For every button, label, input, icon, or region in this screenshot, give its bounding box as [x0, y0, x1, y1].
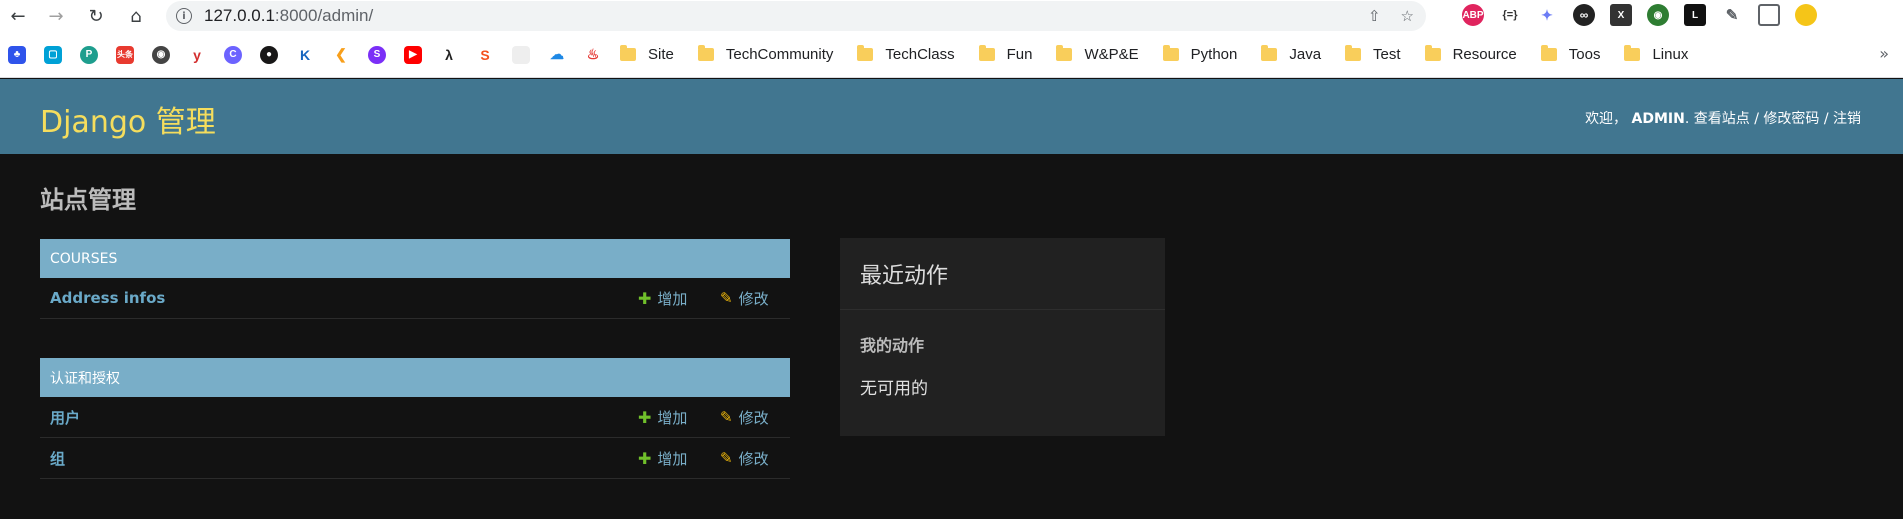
model-row-address-infos: Address infos ✚ 增加 ✎ 修改	[40, 278, 790, 319]
page-title: 站点管理	[40, 186, 136, 214]
more-bookmarks-icon[interactable]: »	[1879, 44, 1889, 63]
no-actions-text: 无可用的	[860, 379, 928, 399]
x-extension-icon[interactable]: X	[1610, 4, 1632, 26]
bookmark-folder-wpe[interactable]: W&P&E	[1056, 45, 1139, 63]
model-row-users: 用户 ✚ 增加 ✎ 修改	[40, 397, 790, 438]
bookmark-folder-java[interactable]: Java	[1261, 45, 1321, 63]
adblock-plus-icon[interactable]: ABP	[1462, 4, 1484, 26]
pencil-icon: ✎	[720, 449, 733, 467]
plus-icon: ✚	[638, 448, 652, 468]
folder-icon	[620, 45, 636, 61]
plus-icon: ✚	[638, 407, 652, 427]
recent-actions-title: 最近动作	[840, 238, 1165, 310]
bookmark-folder-site[interactable]: Site	[620, 45, 674, 63]
script-icon[interactable]: λ	[440, 45, 458, 64]
model-link[interactable]: 用户	[40, 407, 80, 428]
cloud-icon[interactable]: ☁	[548, 45, 566, 64]
folder-icon	[978, 45, 995, 61]
module-caption[interactable]: 认证和授权	[40, 358, 790, 397]
app-module-auth: 认证和授权 用户 ✚ 增加 ✎ 修改 组 ✚ 增加 ✎ 修改	[40, 358, 790, 479]
fire-icon[interactable]: ♨	[584, 45, 602, 64]
forward-icon[interactable]: →	[44, 4, 68, 28]
bookmark-folder-resource[interactable]: Resource	[1424, 45, 1517, 63]
folder-icon	[857, 45, 874, 61]
model-link[interactable]: Address infos	[40, 289, 165, 307]
folder-icon	[1424, 45, 1441, 61]
change-password-link[interactable]: 修改密码	[1763, 111, 1819, 127]
url-text[interactable]: 127.0.0.1:8000/admin/	[204, 6, 373, 26]
recent-actions-panel: 最近动作 我的动作 无可用的	[840, 238, 1165, 436]
bilibili-icon[interactable]: ▢	[44, 45, 62, 64]
extensions-tray: ABP {=} ✦ ∞ X ◉ L ✎	[1462, 4, 1817, 26]
folder-icon	[1056, 45, 1073, 61]
add-link[interactable]: ✚ 增加	[638, 448, 687, 469]
folder-icon	[1624, 45, 1641, 61]
k-icon[interactable]: K	[296, 45, 314, 64]
folder-icon	[1345, 45, 1362, 61]
infinity-extension-icon[interactable]: ∞	[1573, 4, 1595, 26]
globe-icon[interactable]: ◉	[152, 45, 170, 64]
pencil-icon: ✎	[720, 289, 733, 307]
bookmark-folder-linux[interactable]: Linux	[1624, 45, 1688, 63]
change-link[interactable]: ✎ 修改	[720, 407, 769, 428]
bird-extension-icon[interactable]: ✦	[1536, 4, 1558, 26]
app-module-courses: COURSES Address infos ✚ 增加 ✎ 修改	[40, 239, 790, 319]
bookmark-folder-fun[interactable]: Fun	[978, 45, 1032, 63]
youtube-icon[interactable]: ▶	[404, 45, 422, 64]
puzzle-extensions-icon[interactable]: ✎	[1721, 4, 1743, 26]
change-link[interactable]: ✎ 修改	[720, 448, 769, 469]
bookmarks-bar: ♣ ▢ P 头条 ◉ y C ● K ❮ S ▶ λ S ☁ ♨ Site Te…	[0, 32, 1903, 78]
add-link[interactable]: ✚ 增加	[638, 288, 687, 309]
l-extension-icon[interactable]: L	[1684, 4, 1706, 26]
change-link[interactable]: ✎ 修改	[720, 288, 769, 309]
my-actions-heading: 我的动作	[860, 336, 925, 355]
bookmark-star-icon[interactable]: ☆	[1401, 7, 1414, 25]
folder-icon	[1261, 45, 1278, 61]
json-extension-icon[interactable]: {=}	[1499, 4, 1521, 26]
blank-icon[interactable]	[512, 45, 530, 64]
address-bar[interactable]: i 127.0.0.1:8000/admin/ ⇧ ☆	[166, 1, 1426, 31]
leetcode-icon[interactable]: ❮	[332, 45, 350, 64]
site-brand[interactable]: Django 管理	[40, 97, 216, 141]
bookmark-folder-test[interactable]: Test	[1345, 45, 1401, 63]
folder-icon	[697, 45, 714, 61]
bookmark-folder-toos[interactable]: Toos	[1540, 45, 1600, 63]
bookmark-folder-techcommunity[interactable]: TechCommunity	[697, 45, 833, 63]
github-icon[interactable]: ●	[260, 45, 278, 64]
y-icon[interactable]: y	[188, 45, 206, 64]
reload-icon[interactable]: ↻	[84, 4, 108, 28]
django-header: Django 管理 欢迎， ADMIN. 查看站点 / 修改密码 / 注销	[0, 79, 1903, 154]
pencil-icon: ✎	[720, 408, 733, 426]
folder-icon	[1540, 45, 1557, 61]
globe-extension-icon[interactable]: ◉	[1647, 4, 1669, 26]
p-icon[interactable]: P	[80, 45, 98, 64]
baidu-icon[interactable]: ♣	[8, 45, 26, 64]
view-site-link[interactable]: 查看站点	[1694, 111, 1750, 127]
logout-link[interactable]: 注销	[1833, 111, 1861, 127]
user-tools: 欢迎， ADMIN. 查看站点 / 修改密码 / 注销	[1585, 111, 1861, 127]
home-icon[interactable]: ⌂	[124, 4, 148, 28]
module-caption[interactable]: COURSES	[40, 239, 790, 278]
side-panel-icon[interactable]	[1758, 4, 1780, 26]
folder-icon	[1162, 45, 1179, 61]
profile-avatar-icon[interactable]	[1795, 4, 1817, 26]
site-info-icon[interactable]: i	[176, 8, 192, 24]
username: ADMIN	[1631, 111, 1685, 127]
bookmark-folder-python[interactable]: Python	[1162, 45, 1237, 63]
stack-icon[interactable]: S	[476, 45, 494, 64]
toutiao-icon[interactable]: 头条	[116, 45, 134, 64]
welcome-text: 欢迎，	[1585, 111, 1628, 127]
model-row-groups: 组 ✚ 增加 ✎ 修改	[40, 438, 790, 479]
c-icon[interactable]: C	[224, 45, 242, 64]
back-icon[interactable]: ←	[6, 4, 30, 28]
add-link[interactable]: ✚ 增加	[638, 407, 687, 428]
browser-toolbar: ← → ↻ ⌂ i 127.0.0.1:8000/admin/ ⇧ ☆ ABP …	[0, 0, 1903, 32]
s-icon[interactable]: S	[368, 45, 386, 64]
model-link[interactable]: 组	[40, 448, 65, 469]
plus-icon: ✚	[638, 288, 652, 308]
share-icon[interactable]: ⇧	[1368, 7, 1381, 25]
bookmark-folder-techclass[interactable]: TechClass	[857, 45, 955, 63]
